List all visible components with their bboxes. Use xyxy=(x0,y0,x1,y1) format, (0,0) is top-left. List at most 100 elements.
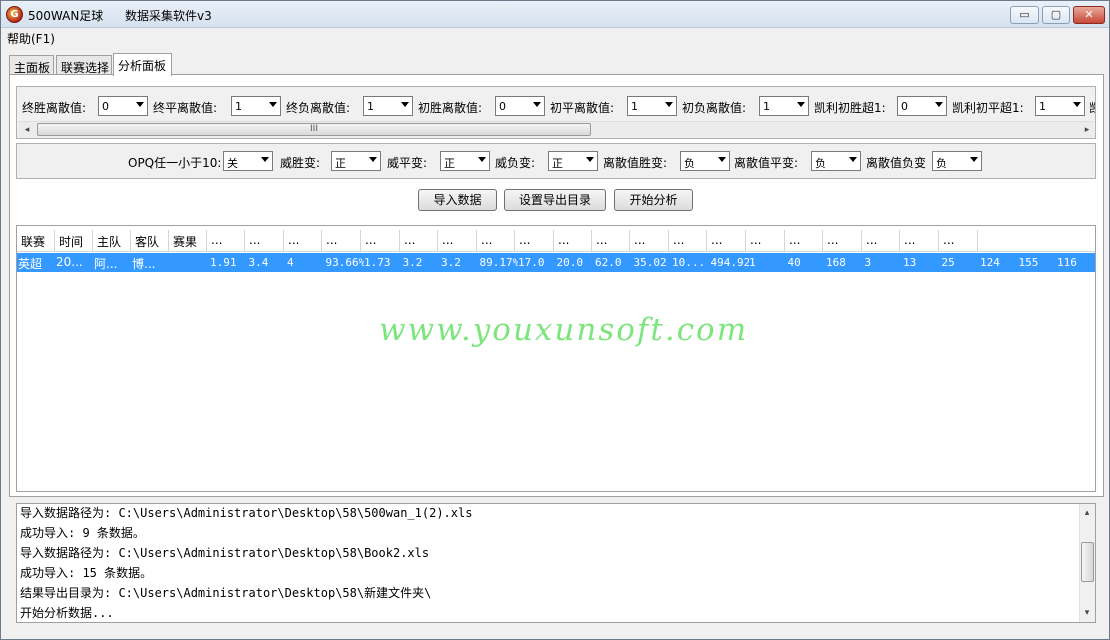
init-win-select[interactable]: 0 xyxy=(495,96,545,116)
select-value: 正 xyxy=(444,157,455,170)
horizontal-scrollbar[interactable]: ◂ III ▸ xyxy=(18,121,1094,137)
filter-label: 离散值胜变: xyxy=(603,156,668,170)
column-header[interactable]: ... xyxy=(477,230,515,252)
table-cell: 17.0 xyxy=(518,256,545,269)
log-scrollbar[interactable]: ▴ ▾ xyxy=(1079,504,1095,622)
column-header[interactable]: ... xyxy=(862,230,900,252)
table-row[interactable]: 英超 20... 阿... 博... 1.91 3.4 4 93.66% 1.73 3.2 3.2 8… xyxy=(17,253,1095,272)
start-analysis-button[interactable]: 开始分析 xyxy=(614,189,693,211)
window-title: 500WAN足球 xyxy=(28,9,104,23)
chevron-down-icon xyxy=(533,102,541,107)
init-loss-select[interactable]: 1 xyxy=(759,96,809,116)
table-cell: 168 xyxy=(826,256,846,269)
final-win-select[interactable]: 0 xyxy=(98,96,148,116)
title-bar[interactable]: G 500WAN足球 数据采集软件v3 ▭ ▢ ✕ xyxy=(1,1,1109,28)
minimize-button[interactable]: ▭ xyxy=(1010,6,1039,24)
column-header[interactable]: ... xyxy=(554,230,592,252)
kelly-init-draw-select[interactable]: 1 xyxy=(1035,96,1085,116)
chevron-down-icon xyxy=(935,102,943,107)
set-export-dir-button[interactable]: 设置导出目录 xyxy=(504,189,606,211)
table-cell: 20... xyxy=(56,255,83,269)
will-win-select[interactable]: 正 xyxy=(331,151,381,171)
table-cell: 3.4 xyxy=(248,256,269,269)
menu-bar: 帮助(F1) xyxy=(1,28,1109,47)
will-draw-select[interactable]: 正 xyxy=(440,151,490,171)
will-loss-select[interactable]: 正 xyxy=(548,151,598,171)
maximize-button[interactable]: ▢ xyxy=(1042,6,1070,24)
close-button[interactable]: ✕ xyxy=(1073,6,1105,24)
chevron-down-icon xyxy=(1073,102,1081,107)
tab-league-select[interactable]: 联赛选择 xyxy=(56,55,112,76)
column-header[interactable]: 时间 xyxy=(55,230,93,252)
table-cell: 英超 xyxy=(18,257,43,271)
filter-label: 离散值负变 xyxy=(866,156,927,170)
filter-label: 凯 xyxy=(1089,99,1095,116)
scroll-right-icon[interactable]: ▸ xyxy=(1080,123,1094,137)
scroll-up-icon[interactable]: ▴ xyxy=(1080,506,1094,520)
filter-label: 凯利初平超1: xyxy=(952,101,1024,115)
column-header[interactable]: ... xyxy=(245,230,284,252)
column-header[interactable]: ... xyxy=(284,230,322,252)
scroll-down-icon[interactable]: ▾ xyxy=(1080,606,1094,620)
chevron-down-icon xyxy=(970,157,978,162)
column-header[interactable]: ... xyxy=(361,230,400,252)
table-cell: 25 xyxy=(941,256,955,269)
watermark: www.youxunsoft.com xyxy=(379,312,749,348)
tab-main-panel[interactable]: 主面板 xyxy=(9,55,54,76)
column-header[interactable]: ... xyxy=(785,230,823,252)
opq-select[interactable]: 关 xyxy=(223,151,273,171)
log-line: 导入数据路径为: C:\Users\Administrator\Desktop\… xyxy=(20,546,430,560)
minimize-icon: ▭ xyxy=(1019,8,1030,21)
column-header[interactable]: 赛果 xyxy=(169,230,207,252)
table-cell: 40 xyxy=(787,256,801,269)
filter-label: 威负变: xyxy=(495,156,536,170)
column-header[interactable]: ... xyxy=(630,230,669,252)
column-header[interactable]: ... xyxy=(900,230,939,252)
chevron-down-icon xyxy=(849,157,857,162)
filter-label: 初胜离散值: xyxy=(418,101,483,115)
select-value: 关 xyxy=(227,157,238,170)
discrete-loss-change-select[interactable]: 负 xyxy=(932,151,982,171)
column-header[interactable]: 联赛 xyxy=(17,230,55,252)
log-output[interactable]: 导入数据路径为: C:\Users\Administrator\Desktop\… xyxy=(16,503,1096,623)
column-header[interactable]: 客队 xyxy=(131,230,169,252)
column-header[interactable]: ... xyxy=(438,230,477,252)
menu-help[interactable]: 帮助(F1) xyxy=(7,30,55,47)
table-cell: 116 xyxy=(1057,256,1077,269)
column-header[interactable]: ... xyxy=(823,230,862,252)
kelly-init-win-select[interactable]: 0 xyxy=(897,96,947,116)
final-loss-select[interactable]: 1 xyxy=(363,96,413,116)
app-window: G 500WAN足球 数据采集软件v3 ▭ ▢ ✕ 帮助(F1) 主面板 联赛选… xyxy=(0,0,1110,640)
discrete-win-change-select[interactable]: 负 xyxy=(680,151,730,171)
column-header[interactable]: ... xyxy=(592,230,630,252)
column-header[interactable]: ... xyxy=(939,230,978,252)
chevron-down-icon xyxy=(269,102,277,107)
table-cell: 3 xyxy=(864,256,872,269)
select-value: 负 xyxy=(815,157,826,170)
grip-icon: III xyxy=(310,124,318,134)
column-header[interactable]: ... xyxy=(515,230,554,252)
column-header[interactable]: ... xyxy=(669,230,707,252)
import-data-button[interactable]: 导入数据 xyxy=(418,189,497,211)
table-cell: 1.91 xyxy=(210,256,237,269)
data-grid[interactable]: 联赛 时间 主队 客队 赛果..............................… xyxy=(16,225,1096,492)
select-value: 0 xyxy=(901,100,908,113)
column-header[interactable]: ... xyxy=(746,230,785,252)
final-draw-select[interactable]: 1 xyxy=(231,96,281,116)
tab-analysis-panel[interactable]: 分析面板 xyxy=(113,53,172,76)
column-header[interactable]: ... xyxy=(322,230,361,252)
column-header[interactable]: 主队 xyxy=(93,230,131,252)
column-header[interactable]: ... xyxy=(400,230,438,252)
select-value: 0 xyxy=(499,100,506,113)
select-value: 1 xyxy=(763,100,770,113)
column-header[interactable]: ... xyxy=(207,230,245,252)
scroll-left-icon[interactable]: ◂ xyxy=(20,123,34,137)
table-cell: 阿... xyxy=(94,257,118,271)
column-header[interactable]: ... xyxy=(707,230,746,252)
discrete-draw-change-select[interactable]: 负 xyxy=(811,151,861,171)
select-value: 负 xyxy=(684,157,695,170)
log-scrollbar-thumb[interactable] xyxy=(1081,542,1094,582)
scrollbar-thumb[interactable]: III xyxy=(37,123,591,136)
table-cell: 93.66% xyxy=(325,256,364,269)
init-draw-select[interactable]: 1 xyxy=(627,96,677,116)
